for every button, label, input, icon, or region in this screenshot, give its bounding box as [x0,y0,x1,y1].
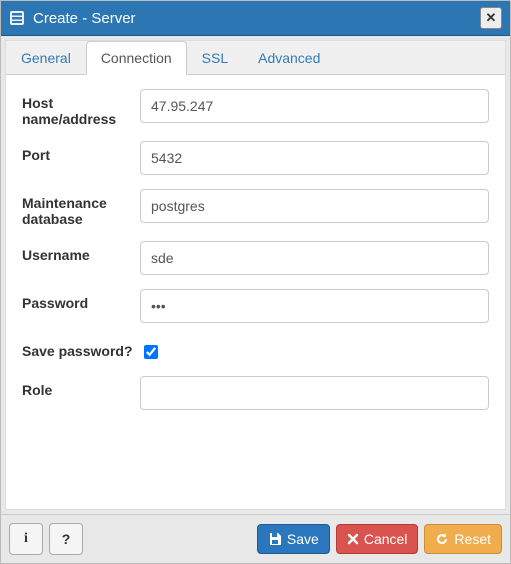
help-button[interactable]: ? [49,523,83,555]
save-button[interactable]: Save [257,524,330,554]
label-role: Role [22,376,140,398]
host-input[interactable] [140,89,489,123]
label-password: Password [22,289,140,311]
username-input[interactable] [140,241,489,275]
role-input[interactable] [140,376,489,410]
tab-connection[interactable]: Connection [86,41,187,75]
tab-ssl[interactable]: SSL [187,41,243,75]
row-maint-db: Maintenance database [22,189,489,227]
label-port: Port [22,141,140,163]
password-input[interactable] [140,289,489,323]
tab-advanced[interactable]: Advanced [243,41,335,75]
row-role: Role [22,376,489,410]
create-server-dialog: Create - Server ✕ General Connection SSL… [0,0,511,564]
row-host: Host name/address [22,89,489,127]
save-icon [268,532,282,546]
dialog-body: General Connection SSL Advanced Host nam… [5,40,506,510]
info-button[interactable]: i [9,523,43,555]
dialog-title: Create - Server [33,10,480,27]
cancel-icon [347,533,359,545]
maint-db-input[interactable] [140,189,489,223]
row-save-password: Save password? [22,337,489,362]
tab-bar: General Connection SSL Advanced [6,41,505,75]
port-input[interactable] [140,141,489,175]
question-icon: ? [62,531,71,547]
row-password: Password [22,289,489,323]
reset-label: Reset [454,531,491,547]
cancel-button[interactable]: Cancel [336,524,419,554]
reset-button[interactable]: Reset [424,524,502,554]
label-username: Username [22,241,140,263]
connection-form: Host name/address Port Maintenance datab… [6,75,505,509]
save-password-checkbox[interactable] [144,345,158,359]
close-button[interactable]: ✕ [480,7,502,29]
tab-general[interactable]: General [6,41,86,75]
cancel-label: Cancel [364,531,408,547]
dialog-footer: i ? Save Cancel [1,514,510,563]
label-save-password: Save password? [22,337,140,359]
label-maint-db: Maintenance database [22,189,140,227]
row-port: Port [22,141,489,175]
save-label: Save [287,531,319,547]
titlebar: Create - Server ✕ [1,1,510,36]
row-username: Username [22,241,489,275]
label-host: Host name/address [22,89,140,127]
info-icon: i [24,531,28,547]
close-icon: ✕ [486,10,497,26]
reset-icon [435,532,449,546]
app-icon [9,10,25,26]
